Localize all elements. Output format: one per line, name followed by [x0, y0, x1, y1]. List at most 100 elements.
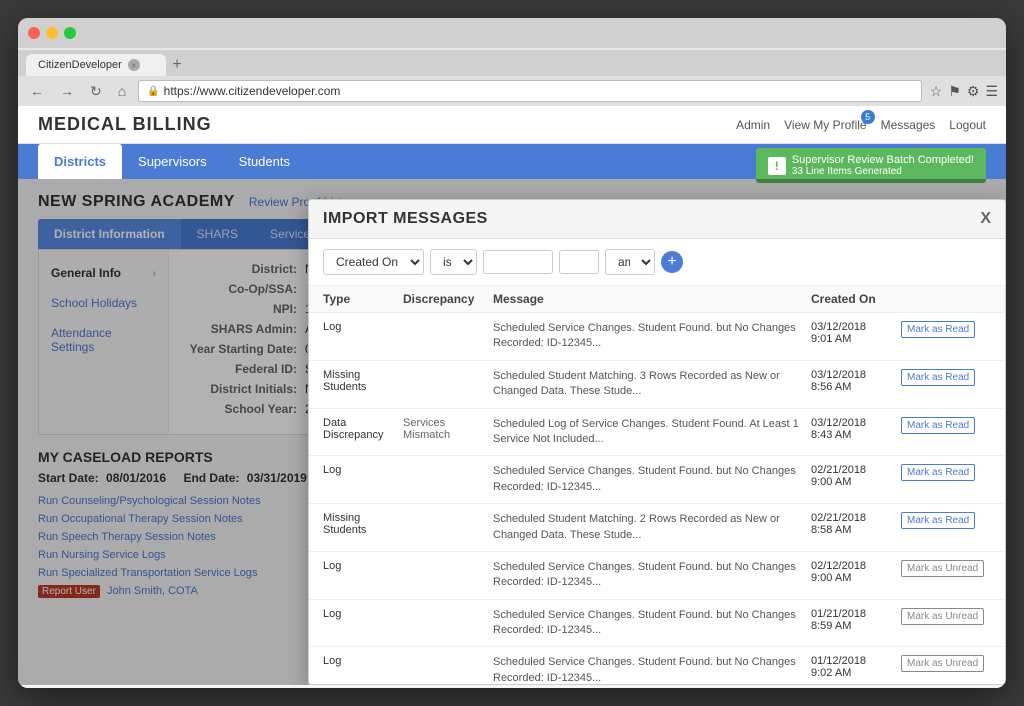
msg-message-3: Scheduled Service Changes. Student Found…: [493, 464, 811, 495]
main-navigation: Districts Supervisors Students ! Supervi…: [18, 144, 1006, 179]
mark-btn-1[interactable]: Mark as Read: [901, 369, 975, 386]
msg-type-1: Missing Students: [323, 369, 403, 393]
nav-item-supervisors[interactable]: Supervisors: [122, 144, 223, 179]
filter-field-select[interactable]: Created On: [323, 249, 424, 275]
table-row: Log Scheduled Service Changes. Student F…: [309, 456, 1005, 504]
msg-date-1: 03/12/20188:56 AM: [811, 369, 901, 393]
modal-header: IMPORT MESSAGES X: [309, 200, 1005, 239]
col-type: Type: [323, 292, 403, 306]
mark-btn-5[interactable]: Mark as Unread: [901, 560, 984, 577]
msg-type-6: Log: [323, 608, 403, 620]
url-box[interactable]: 🔒 https://www.citizendeveloper.com: [138, 80, 922, 102]
msg-action-3: Mark as Read: [901, 464, 991, 481]
table-row: Log Scheduled Service Changes. Student F…: [309, 647, 1005, 684]
mark-btn-0[interactable]: Mark as Read: [901, 321, 975, 338]
msg-type-4: Missing Students: [323, 512, 403, 536]
msg-action-6: Mark as Unread: [901, 608, 991, 625]
notification-exclamation-icon: !: [768, 157, 786, 175]
msg-message-0: Scheduled Service Changes. Student Found…: [493, 321, 811, 352]
msg-type-0: Log: [323, 321, 403, 333]
notification-banner: ! Supervisor Review Batch Completed! 33 …: [756, 148, 986, 183]
view-profile-link[interactable]: View My Profile: [784, 118, 866, 132]
msg-date-3: 02/21/20189:00 AM: [811, 464, 901, 488]
back-button[interactable]: ←: [26, 81, 48, 101]
filter-ampm-select[interactable]: am pm: [605, 249, 655, 275]
forward-button[interactable]: →: [56, 81, 78, 101]
msg-action-5: Mark as Unread: [901, 560, 991, 577]
msg-message-6: Scheduled Service Changes. Student Found…: [493, 608, 811, 639]
messages-count-badge: 5: [861, 110, 875, 124]
msg-type-5: Log: [323, 560, 403, 572]
table-row: Log Scheduled Service Changes. Student F…: [309, 313, 1005, 361]
msg-discrepancy-2: Services Mismatch: [403, 417, 493, 441]
msg-action-4: Mark as Read: [901, 512, 991, 529]
refresh-button[interactable]: ↻: [86, 81, 106, 102]
table-row: Data Discrepancy Services Mismatch Sched…: [309, 409, 1005, 457]
settings-icon[interactable]: ⚙: [967, 83, 980, 100]
msg-message-7: Scheduled Service Changes. Student Found…: [493, 655, 811, 684]
mark-btn-7[interactable]: Mark as Unread: [901, 655, 984, 672]
tab-bar: CitizenDeveloper × +: [18, 50, 1006, 76]
mark-btn-2[interactable]: Mark as Read: [901, 417, 975, 434]
msg-date-0: 03/12/20189:01 AM: [811, 321, 901, 345]
title-bar: [18, 18, 1006, 48]
logout-link[interactable]: Logout: [949, 118, 986, 132]
msg-action-7: Mark as Unread: [901, 655, 991, 672]
bookmark-icon[interactable]: ⚑: [948, 83, 961, 100]
minimize-traffic-light[interactable]: [46, 27, 58, 39]
msg-date-7: 01/12/20189:02 AM: [811, 655, 901, 679]
messages-badge-container: View My Profile 5: [784, 116, 866, 134]
table-row: Missing Students Scheduled Student Match…: [309, 361, 1005, 409]
filter-time-input[interactable]: [559, 250, 599, 274]
notification-subtitle: 33 Line Items Generated: [792, 166, 974, 177]
col-action: [901, 292, 991, 306]
nav-item-districts[interactable]: Districts: [38, 144, 122, 179]
mark-btn-6[interactable]: Mark as Unread: [901, 608, 984, 625]
new-tab-button[interactable]: +: [166, 54, 188, 76]
home-button[interactable]: ⌂: [114, 81, 130, 101]
msg-date-6: 01/21/20188:59 AM: [811, 608, 901, 632]
tab-close-button[interactable]: ×: [128, 59, 140, 71]
menu-icon[interactable]: ☰: [985, 83, 998, 100]
modal-title: IMPORT MESSAGES: [323, 210, 488, 228]
bookmark-star-icon[interactable]: ☆: [930, 83, 943, 100]
modal-close-button[interactable]: X: [980, 210, 991, 228]
browser-window: CitizenDeveloper × + ← → ↻ ⌂ 🔒 https://w…: [18, 18, 1006, 688]
msg-action-1: Mark as Read: [901, 369, 991, 386]
filter-operator-select[interactable]: is: [430, 249, 477, 275]
app-content: MEDICAL BILLING Admin View My Profile 5 …: [18, 106, 1006, 688]
admin-link[interactable]: Admin: [736, 118, 770, 132]
tab-label: CitizenDeveloper: [38, 59, 122, 71]
msg-message-4: Scheduled Student Matching. 2 Rows Recor…: [493, 512, 811, 543]
messages-link[interactable]: Messages: [881, 118, 936, 132]
msg-type-7: Log: [323, 655, 403, 667]
msg-type-3: Log: [323, 464, 403, 476]
close-traffic-light[interactable]: [28, 27, 40, 39]
notification-text: Supervisor Review Batch Completed! 33 Li…: [792, 154, 974, 177]
maximize-traffic-light[interactable]: [64, 27, 76, 39]
col-discrepancy: Discrepancy: [403, 292, 493, 306]
filter-value-input[interactable]: [483, 250, 553, 274]
msg-date-2: 03/12/20188:43 AM: [811, 417, 901, 441]
modal-table-body: Log Scheduled Service Changes. Student F…: [309, 313, 1005, 684]
table-row: Missing Students Scheduled Student Match…: [309, 504, 1005, 552]
mark-btn-4[interactable]: Mark as Read: [901, 512, 975, 529]
notification-title: Supervisor Review Batch Completed!: [792, 154, 974, 166]
header-nav: Admin View My Profile 5 Messages Logout: [736, 116, 986, 134]
page-body: NEW SPRING ACADEMY Review Proof List Dis…: [18, 179, 1006, 685]
table-row: Log Scheduled Service Changes. Student F…: [309, 552, 1005, 600]
filter-add-button[interactable]: +: [661, 251, 683, 273]
msg-message-5: Scheduled Service Changes. Student Found…: [493, 560, 811, 591]
msg-action-2: Mark as Read: [901, 417, 991, 434]
msg-date-4: 02/21/20188:58 AM: [811, 512, 901, 536]
mark-btn-3[interactable]: Mark as Read: [901, 464, 975, 481]
msg-date-5: 02/12/20189:00 AM: [811, 560, 901, 584]
address-bar: ← → ↻ ⌂ 🔒 https://www.citizendeveloper.c…: [18, 76, 1006, 106]
msg-message-1: Scheduled Student Matching. 3 Rows Recor…: [493, 369, 811, 400]
lock-icon: 🔒: [147, 86, 159, 97]
browser-tab[interactable]: CitizenDeveloper ×: [26, 54, 166, 76]
msg-action-0: Mark as Read: [901, 321, 991, 338]
app-header: MEDICAL BILLING Admin View My Profile 5 …: [18, 106, 1006, 144]
nav-item-students[interactable]: Students: [223, 144, 306, 179]
modal-table-header: Type Discrepancy Message Created On: [309, 286, 1005, 313]
